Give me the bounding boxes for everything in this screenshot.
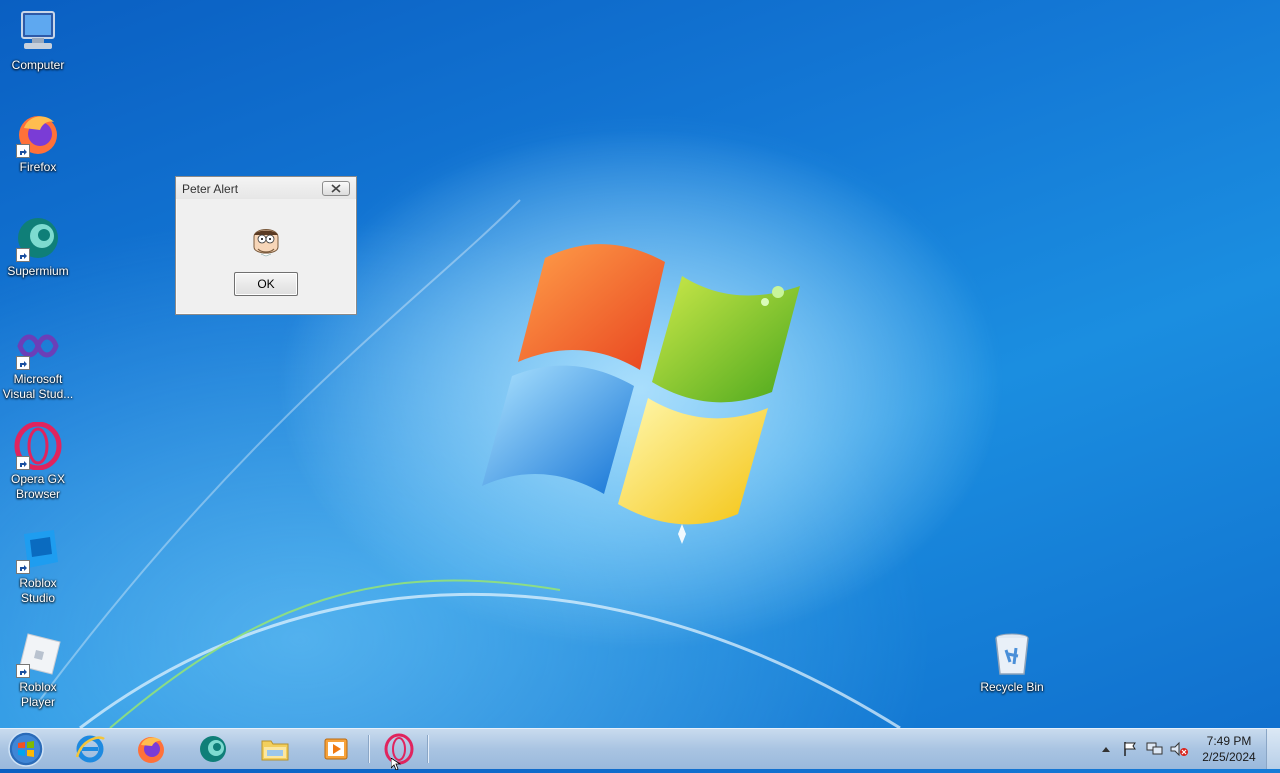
dialog-titlebar[interactable]: Peter Alert xyxy=(176,177,356,199)
desktop-icon-computer[interactable]: Computer xyxy=(1,8,75,73)
dialog-close-button[interactable] xyxy=(322,181,350,196)
system-clock[interactable]: 7:49 PM 2/25/2024 xyxy=(1192,733,1266,765)
network-icon[interactable] xyxy=(1146,741,1164,757)
media-player-icon xyxy=(324,738,348,760)
desktop-icon-supermium[interactable]: Supermium xyxy=(1,214,75,279)
icon-label: Roblox Player xyxy=(19,680,57,709)
desktop-icon-roblox-studio[interactable]: Roblox Studio xyxy=(1,526,75,606)
show-desktop-button[interactable] xyxy=(1266,729,1280,769)
file-explorer-icon xyxy=(261,740,289,761)
windows-7-wallpaper xyxy=(39,130,1000,728)
desktop-icon-visual-studio[interactable]: Microsoft Visual Stud... xyxy=(1,322,75,402)
computer-icon xyxy=(21,11,55,49)
start-button[interactable] xyxy=(4,730,48,768)
desktop-icon-recycle-bin[interactable]: Recycle Bin xyxy=(975,630,1049,695)
close-icon xyxy=(331,184,341,193)
desktop-icon-opera-gx[interactable]: Opera GX Browser xyxy=(1,421,75,502)
icon-label: Recycle Bin xyxy=(980,680,1044,694)
taskbar-media-player[interactable] xyxy=(308,731,364,767)
shortcut-arrow-icon xyxy=(16,664,30,678)
dialog-title: Peter Alert xyxy=(182,182,239,196)
supermium-icon xyxy=(200,736,226,762)
action-center-flag-icon[interactable] xyxy=(1122,741,1138,757)
icon-label: Computer xyxy=(11,58,65,72)
windows-orb-icon xyxy=(8,731,44,767)
show-hidden-icons-icon[interactable] xyxy=(1101,745,1111,753)
shortcut-arrow-icon xyxy=(16,248,30,262)
taskbar-internet-explorer[interactable] xyxy=(62,731,118,767)
recycle-bin-icon xyxy=(995,633,1029,675)
shortcut-arrow-icon xyxy=(16,560,30,574)
volume-muted-icon[interactable] xyxy=(1170,741,1188,757)
shortcut-arrow-icon xyxy=(16,456,30,470)
firefox-icon xyxy=(138,737,164,763)
icon-label: Supermium xyxy=(7,264,69,278)
mouse-cursor-icon xyxy=(391,758,401,770)
taskbar: 7:49 PM 2/25/2024 xyxy=(0,728,1280,769)
peter-alert-dialog: Peter Alert OK xyxy=(175,176,357,315)
internet-explorer-icon xyxy=(75,735,105,763)
shortcut-arrow-icon xyxy=(16,356,30,370)
taskbar-supermium[interactable] xyxy=(185,731,241,767)
desktop-icon-roblox-player[interactable]: Roblox Player xyxy=(1,630,75,710)
icon-label: Roblox Studio xyxy=(19,576,57,605)
desktop-icon-firefox[interactable]: Firefox xyxy=(1,110,75,175)
taskbar-separator xyxy=(368,735,369,763)
icon-label: Microsoft Visual Stud... xyxy=(2,372,74,401)
desktop: Computer Firefox Supermium Microsoft Vis… xyxy=(0,0,1280,728)
icon-label: Opera GX Browser xyxy=(10,472,66,501)
clock-time: 7:49 PM xyxy=(1206,734,1252,748)
ok-button[interactable]: OK xyxy=(234,272,298,296)
clock-date: 2/25/2024 xyxy=(1202,750,1256,764)
taskbar-file-explorer[interactable] xyxy=(247,731,303,767)
peter-face-icon xyxy=(253,229,279,257)
taskbar-separator xyxy=(427,735,428,763)
taskbar-firefox[interactable] xyxy=(123,731,179,767)
icon-label: Firefox xyxy=(19,160,57,174)
shortcut-arrow-icon xyxy=(16,144,30,158)
